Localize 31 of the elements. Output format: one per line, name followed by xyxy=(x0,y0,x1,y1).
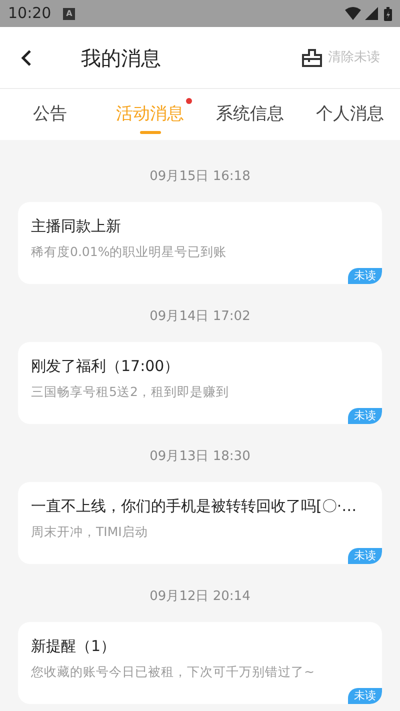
message-title: 刚发了福利（17:00） xyxy=(31,356,180,377)
unread-badge: 未读 xyxy=(348,408,382,424)
back-icon[interactable] xyxy=(20,48,32,66)
message-body: 三国畅享号租5送2，租到即是赚到 xyxy=(31,383,230,401)
wifi-icon xyxy=(345,7,361,20)
message-date: 09月14日 17:02 xyxy=(150,308,250,326)
unread-badge: 未读 xyxy=(348,688,382,704)
message-date: 09月13日 18:30 xyxy=(150,448,250,466)
page-title: 我的消息 xyxy=(81,44,161,72)
message-body: 您收藏的账号今日已被租，下次可千万别错过了~ xyxy=(31,663,316,681)
message-body: 周末开冲，TIMI启动 xyxy=(31,523,149,541)
tab[interactable]: 个人消息 xyxy=(300,89,400,140)
message-card[interactable]: 一直不上线，你们的手机是被转转回收了吗[〇·… 周末开冲，TIMI启动 未读 xyxy=(18,482,382,564)
message-title: 主播同款上新 xyxy=(31,216,122,237)
status-time: 10:20 xyxy=(8,3,52,24)
message-date: 09月12日 20:14 xyxy=(150,588,250,606)
tab[interactable]: 系统信息 xyxy=(200,89,300,140)
signal-icon xyxy=(365,7,378,20)
message-card[interactable]: 刚发了福利（17:00） 三国畅享号租5送2，租到即是赚到 未读 xyxy=(18,342,382,424)
message-card[interactable]: 主播同款上新 稀有度0.01%的职业明星号已到账 未读 xyxy=(18,202,382,284)
notification-icon: A xyxy=(63,8,76,20)
tab[interactable]: 公告 xyxy=(0,89,100,140)
message-body: 稀有度0.01%的职业明星号已到账 xyxy=(31,243,228,261)
unread-badge: 未读 xyxy=(348,548,382,564)
unread-badge: 未读 xyxy=(348,268,382,284)
message-date: 09月15日 16:18 xyxy=(150,168,250,186)
battery-icon xyxy=(384,6,392,20)
message-title: 一直不上线，你们的手机是被转转回收了吗[〇·… xyxy=(31,496,358,517)
tab-indicator xyxy=(140,131,160,134)
message-card[interactable]: 新提醒（1） 您收藏的账号今日已被租，下次可千万别错过了~ 未读 xyxy=(18,622,382,704)
message-title: 新提醒（1） xyxy=(31,636,117,657)
